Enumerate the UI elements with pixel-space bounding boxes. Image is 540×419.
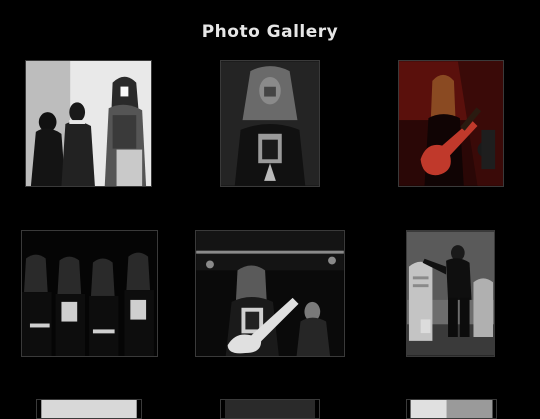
gallery-photo-band-lineup[interactable] (21, 230, 158, 357)
gallery-photo-graveyard[interactable] (406, 230, 495, 357)
photo-row3-right-image (410, 400, 493, 418)
photo-portrait-image (221, 61, 319, 186)
photo-guitarist-red-image (399, 61, 503, 186)
gallery-photo-row3-right[interactable] (406, 399, 497, 419)
gallery-photo-live-stage[interactable] (195, 230, 345, 357)
photo-graveyard-image (407, 231, 494, 356)
gallery-photo-row3-left[interactable] (36, 399, 142, 419)
photo-row3-middle-image (225, 400, 315, 418)
page-title: Photo Gallery (201, 22, 339, 42)
gallery-photo-guitarist-red[interactable] (398, 60, 504, 187)
gallery-photo-band-group[interactable] (25, 60, 152, 187)
gallery-photo-portrait[interactable] (220, 60, 320, 187)
photo-band-group-image (26, 61, 151, 186)
gallery-photo-row3-middle[interactable] (220, 399, 320, 419)
photo-row3-left-image (41, 400, 137, 418)
photo-live-stage-image (196, 231, 344, 356)
photo-band-lineup-image (22, 231, 157, 356)
